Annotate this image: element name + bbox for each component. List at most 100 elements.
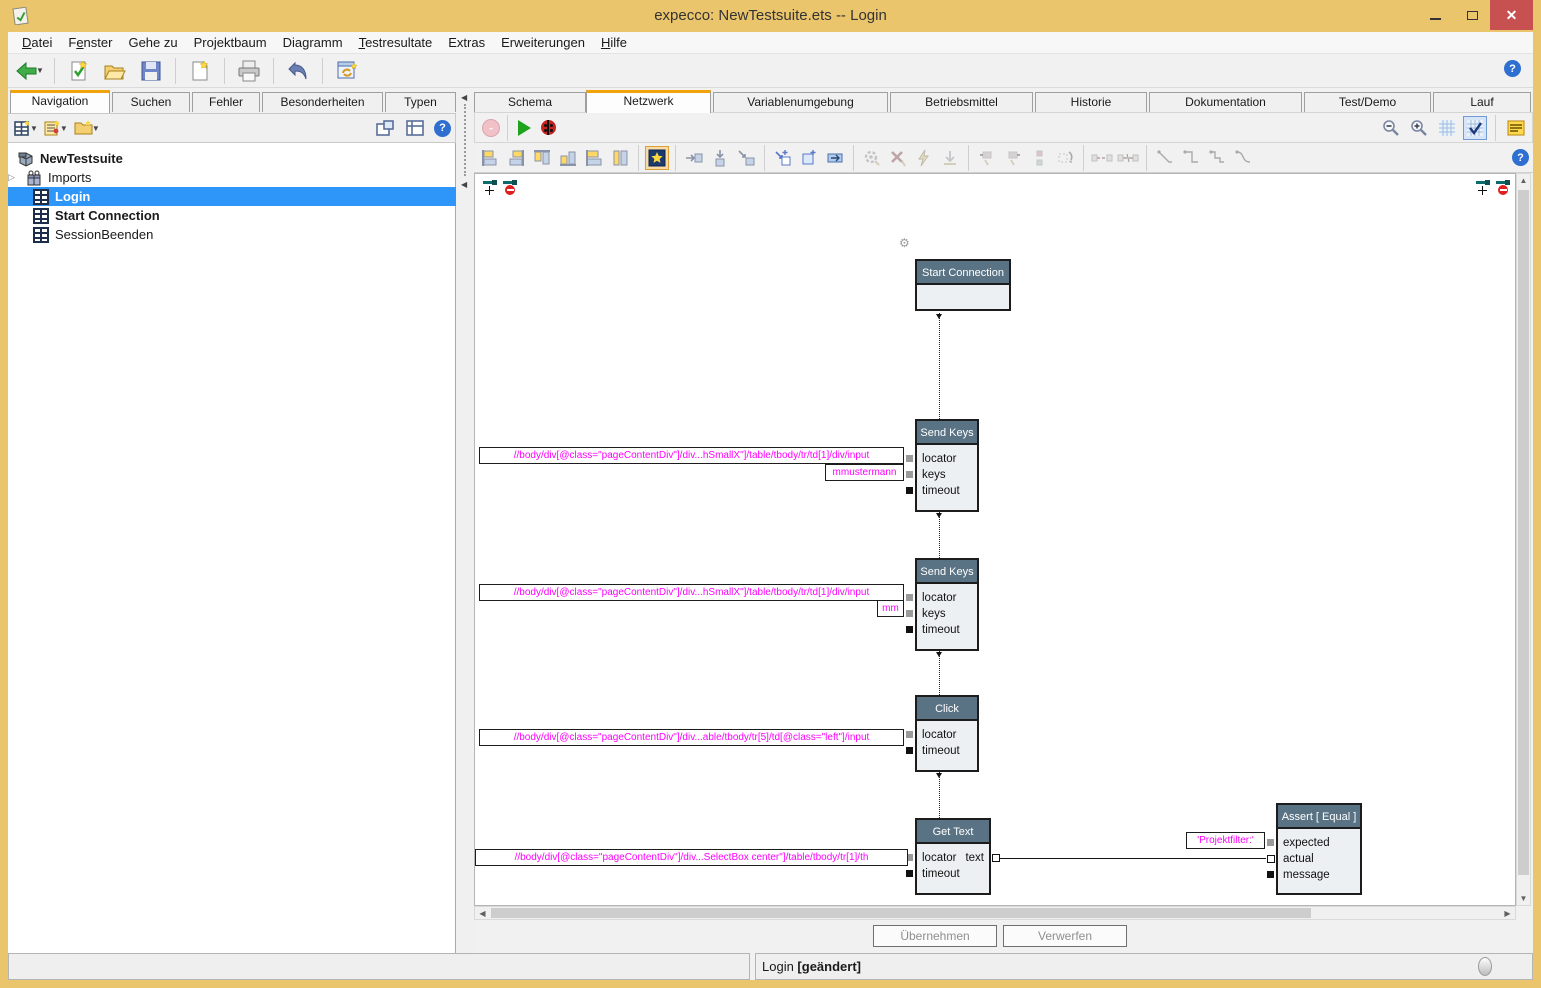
menu-extras[interactable]: Extras <box>440 32 493 53</box>
add-inline-icon[interactable] <box>823 146 847 170</box>
value-locator[interactable]: //body/div[@class="pageContentDiv"]/div.… <box>475 849 908 866</box>
zoom-in-button[interactable] <box>1407 116 1431 140</box>
scroll-right-icon[interactable]: ▶ <box>1501 907 1514 920</box>
tree-item-sessionbeenden[interactable]: SessionBeenden <box>8 225 456 244</box>
delete-icon[interactable] <box>886 146 910 170</box>
split-view-button[interactable] <box>404 116 426 140</box>
pin-right-icon[interactable] <box>1001 146 1025 170</box>
reload-window-button[interactable] <box>331 57 363 85</box>
apply-button[interactable]: Übernehmen <box>873 925 997 947</box>
input-pin[interactable] <box>906 487 913 494</box>
node-click[interactable]: Click locator timeout <box>915 695 979 772</box>
debug-button[interactable] <box>536 116 560 140</box>
float-view-button[interactable] <box>374 116 396 140</box>
back-dropdown-icon[interactable]: ▼ <box>36 66 44 75</box>
align-left-icon[interactable] <box>478 146 502 170</box>
tree-item-start-connection[interactable]: Start Connection <box>8 206 456 225</box>
import-icon[interactable] <box>938 146 962 170</box>
dropdown-icon[interactable]: ▼ <box>60 124 68 133</box>
input-pin[interactable] <box>906 747 913 754</box>
tab-schema[interactable]: Schema <box>474 92 586 112</box>
disconnect-icon[interactable] <box>1116 146 1140 170</box>
new-list-menu-button[interactable]: ▼ <box>42 116 70 140</box>
block-connector-icon[interactable] <box>1496 180 1512 196</box>
center-vertical-icon[interactable] <box>608 146 632 170</box>
insert-after-icon[interactable] <box>708 146 732 170</box>
expander-icon[interactable]: ▷ <box>8 172 22 183</box>
grid-button[interactable] <box>1435 116 1459 140</box>
tab-navigation[interactable]: Navigation <box>10 90 110 113</box>
maximize-button[interactable] <box>1455 0 1490 30</box>
value-locator[interactable]: //body/div[@class="pageContentDiv"]/div.… <box>479 729 904 746</box>
align-bottom-icon[interactable] <box>556 146 580 170</box>
menu-fenster[interactable]: Fenster <box>60 32 120 53</box>
input-pin[interactable] <box>906 626 913 633</box>
input-pin[interactable] <box>906 731 913 738</box>
configure-icon[interactable] <box>860 146 884 170</box>
insert-before-icon[interactable] <box>682 146 706 170</box>
value-expected[interactable]: 'Projektfilter:' <box>1186 832 1265 849</box>
input-pin[interactable] <box>1267 871 1274 878</box>
zoom-out-button[interactable] <box>1379 116 1403 140</box>
tab-typen[interactable]: Typen <box>385 92 456 112</box>
node-send-keys-1[interactable]: Send Keys locator keys timeout <box>915 419 979 512</box>
add-step-icon[interactable] <box>771 146 795 170</box>
menu-erweiterungen[interactable]: Erweiterungen <box>493 32 593 53</box>
value-locator[interactable]: //body/div[@class="pageContentDiv"]/div.… <box>479 584 904 601</box>
tree-item-imports[interactable]: ▷ Imports <box>8 168 456 187</box>
input-pin[interactable] <box>906 471 913 478</box>
tab-historie[interactable]: Historie <box>1035 92 1147 112</box>
line-style-curve-icon[interactable] <box>1231 146 1255 170</box>
breakpoints-disabled-icon[interactable]: - <box>479 116 503 140</box>
tab-netzwerk[interactable]: Netzwerk <box>586 90 711 113</box>
add-block-icon[interactable] <box>797 146 821 170</box>
menu-datei[interactable]: Datei <box>14 32 60 53</box>
line-style-step-icon[interactable] <box>1205 146 1229 170</box>
edit-mode-button[interactable] <box>645 146 669 170</box>
help-icon[interactable]: ? <box>434 120 451 137</box>
input-pin[interactable] <box>906 610 913 617</box>
menu-projektbaum[interactable]: Projektbaum <box>186 32 275 53</box>
connect-icon[interactable] <box>1090 146 1114 170</box>
value-keys[interactable]: mmustermann <box>825 464 904 481</box>
align-right-icon[interactable] <box>504 146 528 170</box>
grid-snap-button[interactable] <box>1463 116 1487 140</box>
dropdown-icon[interactable]: ▼ <box>92 124 100 133</box>
new-folder-menu-button[interactable]: ▼ <box>72 116 102 140</box>
collapse-left-icon[interactable]: ◀ <box>461 93 467 102</box>
move-connector-icon[interactable] <box>483 180 499 196</box>
help-icon[interactable]: ? <box>1512 149 1529 166</box>
move-connector-icon[interactable] <box>1476 180 1492 196</box>
input-pin[interactable] <box>906 594 913 601</box>
open-button[interactable] <box>99 57 131 85</box>
new-document-button[interactable] <box>184 57 216 85</box>
line-style-ortho-icon[interactable] <box>1179 146 1203 170</box>
tree-item-login[interactable]: Login <box>8 187 456 206</box>
block-connector-icon[interactable] <box>503 180 519 196</box>
tab-lauf[interactable]: Lauf <box>1433 92 1531 112</box>
gear-icon[interactable]: ⚙ <box>899 236 910 250</box>
tab-betriebsmittel[interactable]: Betriebsmittel <box>890 92 1033 112</box>
horizontal-scrollbar[interactable]: ◀ ▶ <box>474 906 1516 920</box>
accept-button[interactable] <box>63 57 95 85</box>
vertical-scrollbar[interactable]: ▲ ▼ <box>1516 173 1531 906</box>
node-assert-equal[interactable]: Assert [ Equal ] expected actual message <box>1276 803 1362 895</box>
input-pin[interactable] <box>1267 839 1274 846</box>
scroll-left-icon[interactable]: ◀ <box>476 907 489 920</box>
tree-item-newtestsuite[interactable]: NewTestsuite <box>8 149 456 168</box>
pin-order-icon[interactable] <box>1027 146 1051 170</box>
node-start-connection[interactable]: Start Connection <box>915 259 1011 311</box>
node-get-text[interactable]: Get Text locatortext timeout <box>915 818 991 895</box>
menu-gehe-zu[interactable]: Gehe zu <box>120 32 185 53</box>
pin-rotate-icon[interactable] <box>1053 146 1077 170</box>
save-button[interactable] <box>135 57 167 85</box>
diagram-canvas[interactable]: ⚙ Start Connection Send Keys locator key… <box>474 173 1516 906</box>
minimize-button[interactable] <box>1415 0 1455 30</box>
pin-left-icon[interactable] <box>975 146 999 170</box>
tab-besonderheiten[interactable]: Besonderheiten <box>262 92 383 112</box>
input-pin[interactable] <box>1267 855 1275 863</box>
line-style-direct-icon[interactable] <box>1153 146 1177 170</box>
scroll-down-icon[interactable]: ▼ <box>1517 892 1530 905</box>
new-item-menu-button[interactable]: ▼ <box>12 116 40 140</box>
dropdown-icon[interactable]: ▼ <box>30 124 38 133</box>
